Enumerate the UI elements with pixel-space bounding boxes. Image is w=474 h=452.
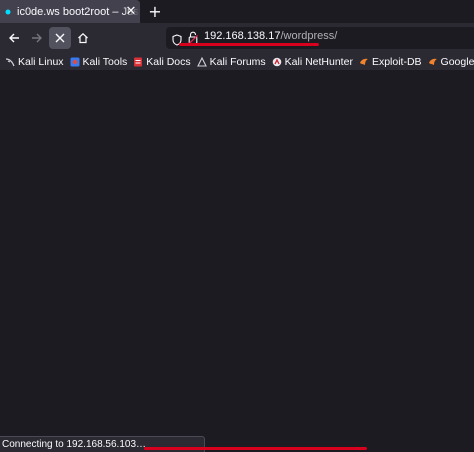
- close-icon: ✕: [125, 4, 137, 19]
- navigation-toolbar: 192.168.138.17/wordpress/: [0, 23, 474, 54]
- bookmarks-toolbar: Kali Linux Kali Tools Kali Docs Kali For…: [0, 54, 474, 70]
- kali-tools-icon: [70, 57, 80, 67]
- tab-strip: ic0de.ws boot2root – Just ✕ +: [0, 0, 474, 23]
- bookmark-exploit-db[interactable]: Exploit-DB: [359, 56, 422, 68]
- home-button[interactable]: [72, 27, 94, 49]
- forward-button[interactable]: [26, 27, 48, 49]
- kali-forums-icon: [196, 57, 207, 67]
- bookmark-kali-docs[interactable]: Kali Docs: [133, 56, 191, 68]
- stop-button[interactable]: [49, 27, 71, 49]
- url-host: 192.168.138.17: [204, 30, 281, 42]
- ghdb-icon: [428, 57, 438, 67]
- url-annotation-underline: [179, 43, 319, 46]
- new-tab-button[interactable]: +: [146, 0, 164, 23]
- bookmark-label: Kali Linux: [18, 56, 64, 68]
- bookmark-label: Google Hacking: [440, 56, 474, 68]
- bookmark-kali-nethunter[interactable]: Kali NetHunter: [272, 56, 353, 68]
- insecure-lock-icon[interactable]: [188, 30, 198, 49]
- page-content-area: [0, 70, 474, 452]
- bookmark-kali-linux[interactable]: Kali Linux: [5, 56, 64, 68]
- nethunter-icon: [272, 57, 282, 67]
- stop-x-icon: [55, 33, 65, 43]
- bookmark-kali-forums[interactable]: Kali Forums: [196, 56, 266, 68]
- bookmark-google-hacking[interactable]: Google Hacking: [428, 56, 474, 68]
- back-arrow-icon: [9, 33, 19, 43]
- bookmark-label: Exploit-DB: [371, 56, 422, 68]
- kali-dragon-icon: [5, 57, 15, 67]
- shield-icon[interactable]: [172, 31, 182, 50]
- kali-docs-icon: [133, 57, 143, 67]
- plus-icon: +: [148, 2, 162, 21]
- status-annotation-underline: [144, 447, 367, 450]
- bookmark-label: Kali Docs: [146, 56, 191, 68]
- bookmark-label: Kali Tools: [82, 56, 128, 68]
- status-text: Connecting to 192.168.56.103…: [2, 439, 146, 450]
- bookmark-label: Kali NetHunter: [284, 56, 353, 68]
- tab-active[interactable]: ic0de.ws boot2root – Just: [0, 0, 140, 23]
- tab-close-button[interactable]: ✕: [121, 0, 141, 23]
- loading-dot-icon: [4, 8, 12, 16]
- bookmark-kali-tools[interactable]: Kali Tools: [70, 56, 128, 68]
- forward-arrow-icon: [32, 33, 42, 43]
- url-path: /wordpress/: [280, 30, 338, 42]
- home-icon: [78, 32, 88, 44]
- exploit-db-icon: [359, 57, 369, 67]
- url-text[interactable]: 192.168.138.17/wordpress/: [204, 30, 337, 42]
- back-button[interactable]: [3, 27, 25, 49]
- bookmark-label: Kali Forums: [209, 56, 266, 68]
